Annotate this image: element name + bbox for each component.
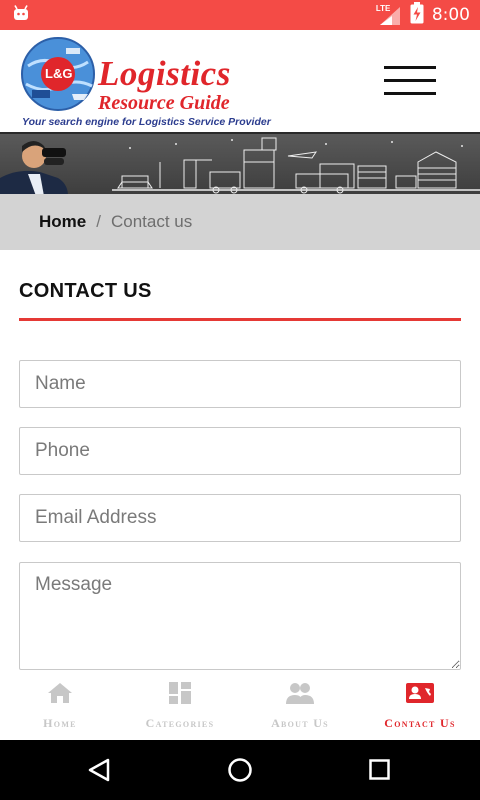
- email-input[interactable]: [19, 494, 461, 542]
- nav-label-contact-us: Contact Us: [384, 716, 456, 730]
- nav-item-home[interactable]: Home: [0, 670, 120, 740]
- menu-icon-bar-middle: [384, 79, 436, 82]
- nav-item-contact-us[interactable]: Contact Us: [360, 670, 480, 740]
- battery-icon: [410, 1, 424, 29]
- signal-icon: LTE: [376, 4, 402, 26]
- phone-input[interactable]: [19, 427, 461, 475]
- title-underline: [19, 318, 461, 321]
- contact-card-icon: [406, 682, 434, 709]
- back-icon[interactable]: [86, 757, 112, 788]
- system-navigation-bar: [0, 740, 480, 800]
- breadcrumb-separator: /: [96, 212, 101, 231]
- name-input[interactable]: [19, 360, 461, 408]
- menu-icon-bar-bottom: [384, 92, 436, 95]
- nav-label-categories: Categories: [145, 716, 215, 730]
- logo-title: Logistics: [98, 54, 231, 93]
- breadcrumb-home-link[interactable]: Home: [39, 212, 86, 232]
- hamburger-menu-button[interactable]: [384, 66, 436, 96]
- logo-badge: L&G: [45, 66, 73, 81]
- message-textarea[interactable]: [19, 562, 461, 670]
- header-banner-image: [0, 132, 480, 194]
- clock: 8:00: [431, 5, 470, 25]
- app-header: L&G Logistics Resource Guide Your search…: [0, 30, 480, 132]
- page-title: CONTACT US: [19, 280, 152, 302]
- bottom-navigation: Home Categories About Us Contact Us: [0, 670, 480, 740]
- home-circle-icon[interactable]: [226, 757, 254, 790]
- nav-item-categories[interactable]: Categories: [120, 670, 240, 740]
- breadcrumb: Home / Contact us: [0, 194, 480, 250]
- breadcrumb-current: Contact us: [110, 212, 193, 231]
- logo[interactable]: L&G Logistics Resource Guide Your search…: [18, 36, 271, 128]
- home-icon: [47, 682, 73, 709]
- nav-label-home: Home: [43, 716, 77, 730]
- status-bar: LTE 8:00: [0, 0, 480, 30]
- recents-icon[interactable]: [368, 757, 392, 788]
- android-notification-icon: [12, 4, 30, 26]
- businessman-binoculars-icon: [0, 141, 68, 194]
- menu-icon-bar-top: [384, 66, 436, 69]
- people-icon: [286, 682, 314, 709]
- logo-tagline: Your search engine for Logistics Service…: [22, 116, 271, 128]
- logo-subtitle: Resource Guide: [98, 92, 230, 114]
- grid-icon: [169, 682, 191, 709]
- nav-label-about-us: About Us: [271, 716, 329, 730]
- nav-item-about-us[interactable]: About Us: [240, 670, 360, 740]
